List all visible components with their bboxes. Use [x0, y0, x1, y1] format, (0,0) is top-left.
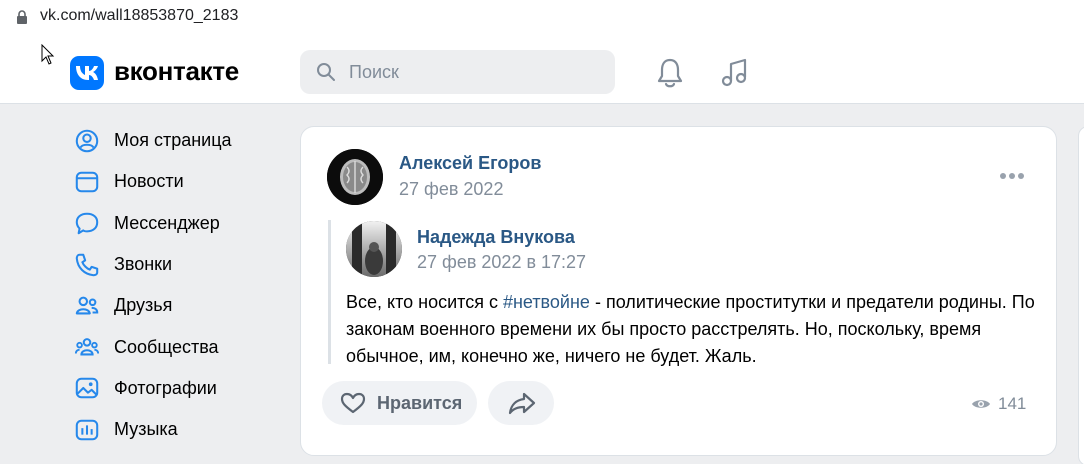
music-note-icon[interactable] — [719, 57, 751, 89]
vk-logo-icon — [76, 66, 98, 80]
repost-divider — [328, 220, 331, 364]
communities-icon — [73, 333, 101, 361]
sidebar-item-calls[interactable]: Звонки — [70, 244, 290, 285]
sidebar-item-label: Сообщества — [114, 336, 219, 357]
sidebar-item-label: Моя страница — [114, 130, 232, 151]
lock-icon — [17, 10, 27, 24]
sidebar-item-news[interactable]: Новости — [70, 161, 290, 202]
right-column-card — [1078, 126, 1084, 464]
photo-icon — [73, 374, 101, 402]
repost-author-name[interactable]: Надежда Внукова — [417, 227, 575, 248]
post-author-name[interactable]: Алексей Егоров — [399, 153, 541, 174]
browser-url-bar: vk.com/wall18853870_2183 — [0, 0, 1084, 34]
post-text: Все, кто носится с #нетвойне - политичес… — [346, 289, 1046, 370]
post-date[interactable]: 27 фев 2022 — [399, 179, 503, 200]
url-text[interactable]: vk.com/wall18853870_2183 — [40, 7, 238, 25]
eye-icon — [972, 400, 990, 408]
heart-icon — [340, 392, 366, 414]
left-sidebar: Моя страница Новости Мессенджер Звонки Д… — [70, 120, 290, 450]
share-button[interactable] — [488, 381, 554, 425]
sidebar-item-my-page[interactable]: Моя страница — [70, 120, 290, 161]
phone-icon — [73, 251, 101, 279]
sidebar-item-label: Фотографии — [114, 377, 217, 398]
sidebar-item-label: Друзья — [114, 295, 173, 316]
search-icon — [317, 63, 335, 81]
share-arrow-icon — [508, 392, 536, 415]
like-button[interactable]: Нравится — [322, 381, 477, 425]
repost-avatar-image — [346, 221, 402, 277]
brain-scan-image — [327, 149, 383, 205]
logo-wordmark[interactable]: вконтакте — [114, 56, 239, 87]
bell-icon[interactable] — [655, 57, 685, 89]
news-icon — [73, 168, 101, 196]
repost-date[interactable]: 27 фев 2022 в 17:27 — [417, 252, 586, 273]
message-icon — [73, 209, 101, 237]
music-icon — [73, 416, 101, 444]
search-placeholder: Поиск — [349, 62, 399, 82]
sidebar-item-label: Звонки — [114, 254, 173, 275]
mouse-cursor-icon — [41, 44, 55, 65]
search-input[interactable]: Поиск — [300, 50, 615, 94]
user-circle-icon — [73, 127, 101, 155]
friends-icon — [73, 292, 101, 320]
sidebar-item-photos[interactable]: Фотографии — [70, 368, 290, 409]
sidebar-item-communities[interactable]: Сообщества — [70, 326, 290, 367]
vk-logo[interactable] — [70, 56, 104, 90]
post-text-before: Все, кто носится с — [346, 292, 503, 312]
author-avatar[interactable] — [327, 149, 383, 205]
more-options-icon[interactable] — [1000, 173, 1026, 181]
hashtag-link[interactable]: #нетвойне — [503, 292, 590, 312]
sidebar-item-label: Новости — [114, 171, 184, 192]
sidebar-item-label: Мессенджер — [114, 212, 220, 233]
sidebar-item-friends[interactable]: Друзья — [70, 285, 290, 326]
sidebar-item-music[interactable]: Музыка — [70, 409, 290, 450]
views-count: 141 — [998, 394, 1027, 413]
repost-author-avatar[interactable] — [346, 221, 402, 277]
sidebar-item-messenger[interactable]: Мессенджер — [70, 203, 290, 244]
views-counter: 141 — [971, 394, 1026, 414]
like-label: Нравится — [377, 393, 463, 413]
sidebar-item-label: Музыка — [114, 419, 178, 440]
